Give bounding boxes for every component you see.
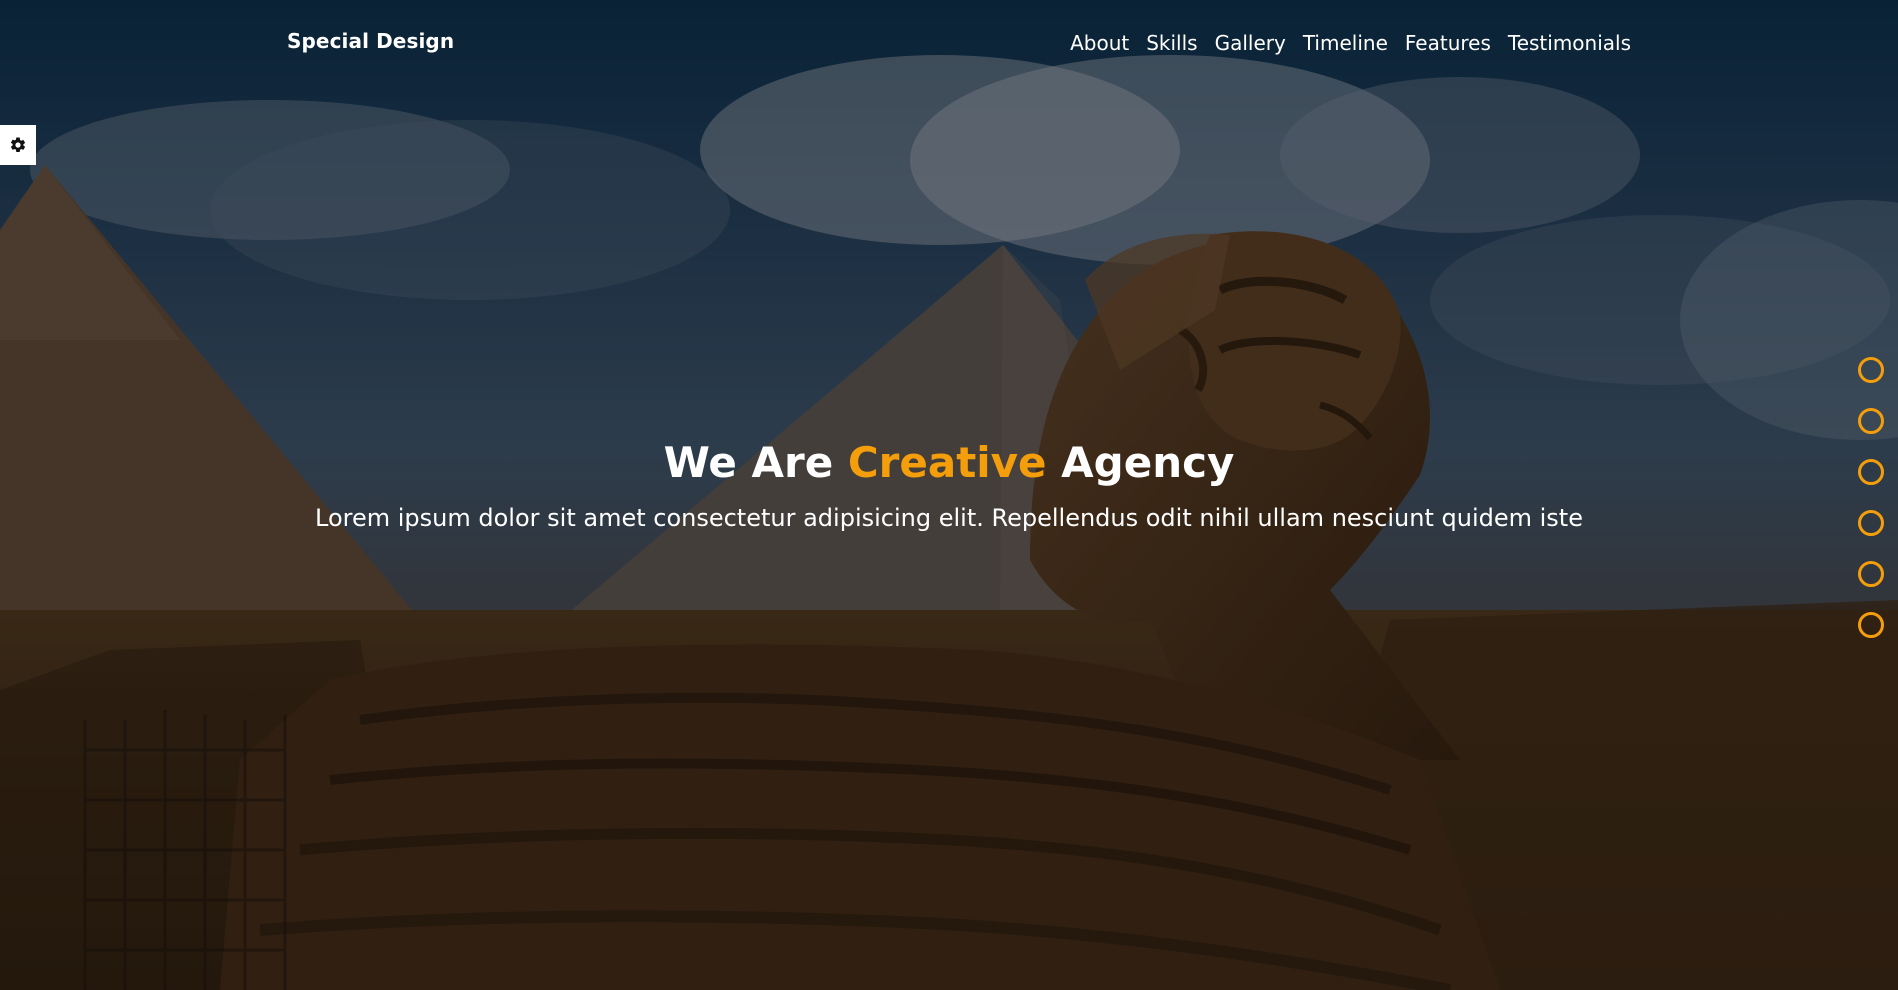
hero-subtitle: Lorem ipsum dolor sit amet consectetur a…: [315, 504, 1583, 533]
nav-link-features[interactable]: Features: [1405, 31, 1491, 55]
nav-link-skills[interactable]: Skills: [1146, 31, 1197, 55]
hero-title: We Are Creative Agency: [0, 438, 1898, 487]
hero-title-accent: Creative: [847, 438, 1047, 487]
section-bullet-1[interactable]: [1858, 357, 1884, 383]
section-bullets: [1858, 357, 1884, 638]
nav-link-gallery[interactable]: Gallery: [1215, 31, 1286, 55]
section-bullet-3[interactable]: [1858, 459, 1884, 485]
nav-link-testimonials[interactable]: Testimonials: [1508, 31, 1631, 55]
hero-section: Special Design About Skills Gallery Time…: [0, 0, 1898, 990]
brand-logo[interactable]: Special Design: [287, 29, 454, 53]
section-bullet-4[interactable]: [1858, 510, 1884, 536]
nav-link-about[interactable]: About: [1070, 31, 1129, 55]
section-bullet-2[interactable]: [1858, 408, 1884, 434]
top-navigation: Special Design About Skills Gallery Time…: [0, 0, 1898, 90]
hero-intro: We Are Creative Agency Lorem ipsum dolor…: [0, 438, 1898, 533]
gear-icon: [10, 137, 26, 152]
nav-link-timeline[interactable]: Timeline: [1303, 31, 1388, 55]
section-bullet-6[interactable]: [1858, 612, 1884, 638]
hero-title-suffix: Agency: [1061, 438, 1235, 487]
settings-toggle-button[interactable]: [0, 125, 36, 165]
main-menu: About Skills Gallery Timeline Features T…: [1070, 31, 1631, 55]
hero-title-prefix: We Are: [663, 438, 834, 487]
section-bullet-5[interactable]: [1858, 561, 1884, 587]
